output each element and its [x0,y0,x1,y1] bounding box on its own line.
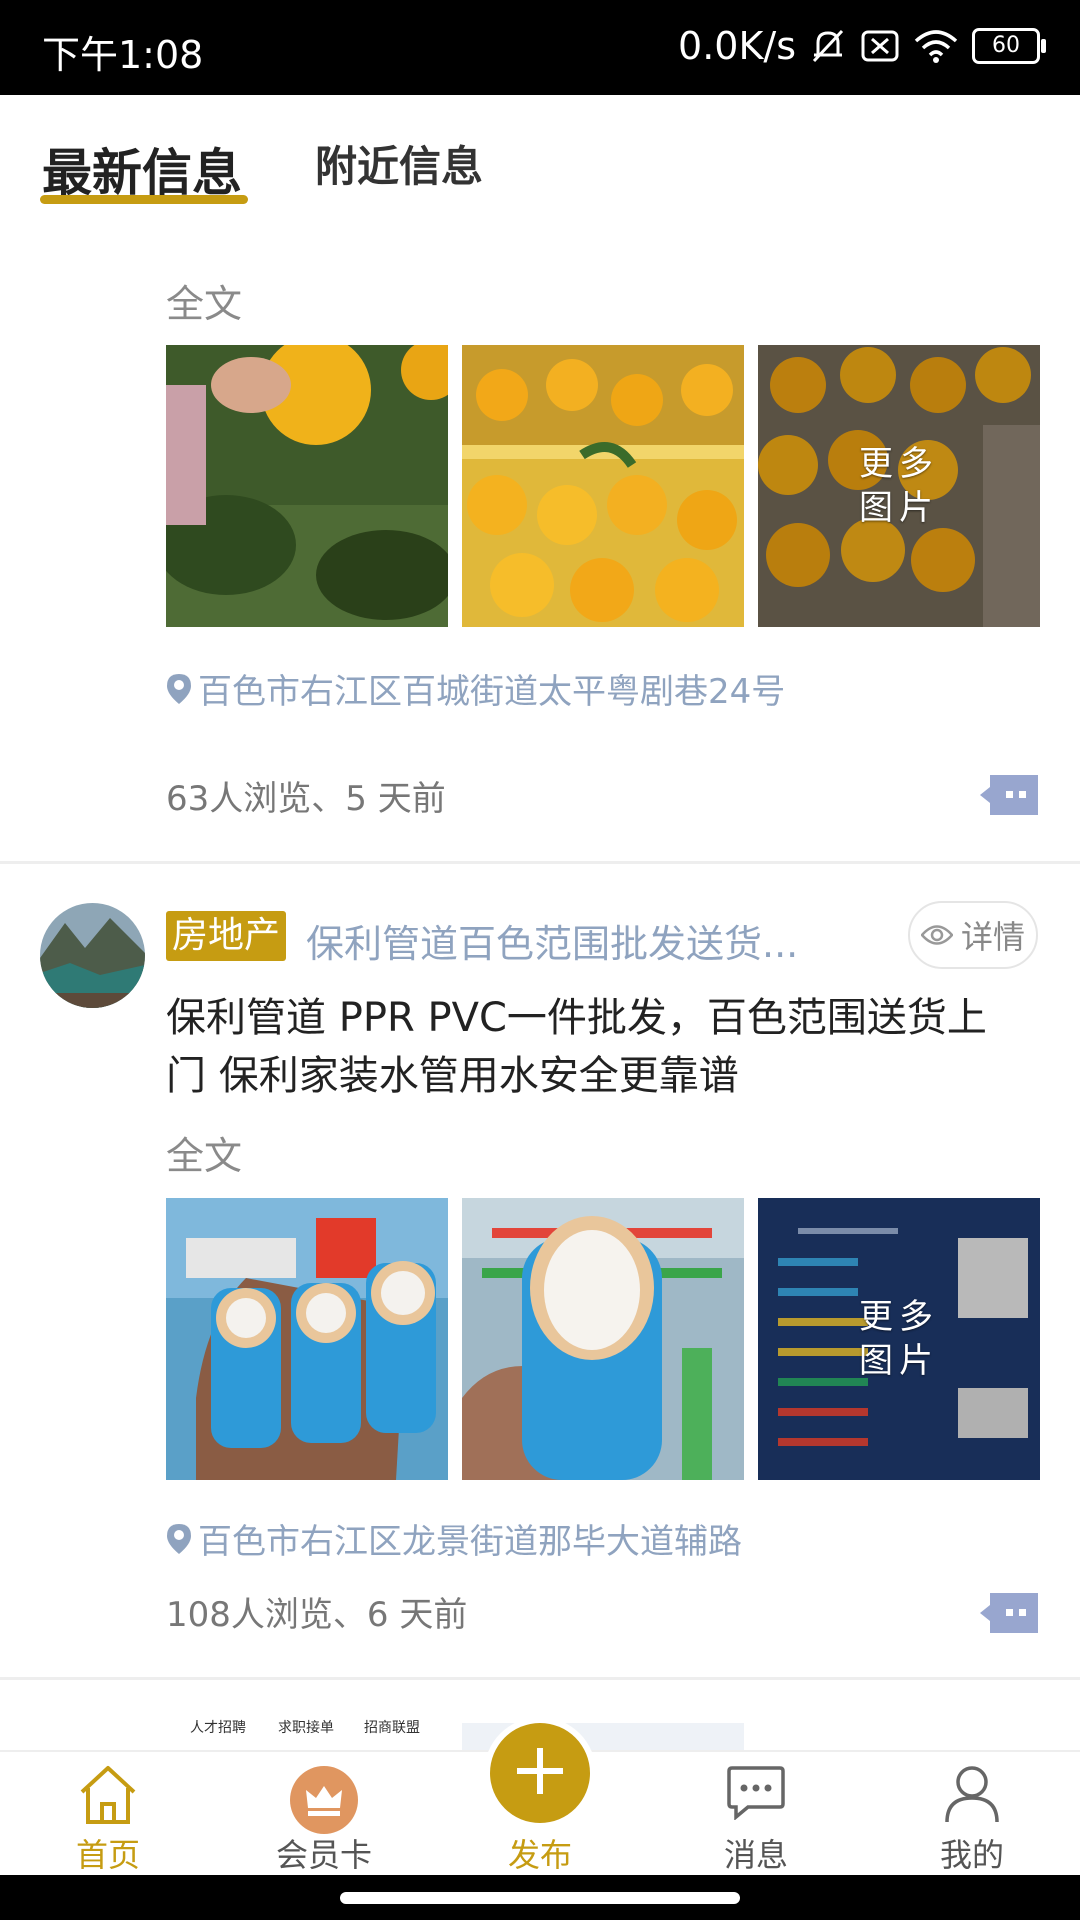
location-pin-icon [166,1523,192,1563]
nav-home[interactable]: 首页 [38,1752,178,1877]
post-stats: 63人浏览、5 天前 [166,779,446,819]
full-text-link[interactable]: 全文 [166,273,242,328]
post-divider [0,861,1080,864]
post-location[interactable]: 百色市右江区龙景街道那毕大道辅路 [166,1523,806,1563]
post-location[interactable]: 百色市右江区百城街道太平粤剧巷24号 [166,673,806,713]
feed-tabs: 最新信息 附近信息 [0,95,1080,205]
home-icon [76,1764,140,1830]
comment-icon[interactable] [980,773,1040,821]
nav-profile[interactable]: 我的 [902,1752,1042,1877]
orange-tree-photo [166,345,448,627]
post-image[interactable] [166,345,448,627]
eye-icon [920,916,954,954]
post-body[interactable]: 保利管道 PPR PVC一件批发，百色范围送货上门 保利家装水管用水安全更靠谱 [166,989,1026,1105]
full-text-link[interactable]: 全文 [166,1125,242,1180]
partial-banner[interactable]: 人才招聘 求职接单 招商联盟 [166,1717,420,1750]
sim-off-icon [860,29,900,63]
banner-label: 招商联盟 [364,1720,420,1736]
wifi-icon [914,29,958,63]
network-speed: 0.0K/s [678,24,796,68]
publish-button[interactable] [490,1723,590,1823]
nav-member-card[interactable]: 会员卡 [254,1752,394,1877]
feed-list[interactable]: 全文 更多 图片 百色市右江区百城街道太平粤剧巷24号 63人浏览、5 天前 房… [0,205,1080,1750]
plus-icon [513,1744,567,1802]
post-divider [0,1677,1080,1680]
status-time: 下午1:08 [42,33,204,77]
banner-label: 求职接单 [278,1720,334,1736]
post-image[interactable]: 更多 图片 [758,1198,1040,1480]
category-badge: 房地产 [166,911,287,961]
orange-crate-photo [462,345,744,627]
status-bar: 下午1:08 0.0K/s 60 [0,0,1080,95]
post-image[interactable]: 更多 图片 [758,345,1040,627]
nav-messages[interactable]: 消息 [686,1752,826,1877]
active-tab-indicator [40,195,248,204]
post-title[interactable]: 保利管道百色范围批发送货... [306,913,846,968]
banner-label: 人才招聘 [190,1720,246,1736]
user-icon [944,1764,1000,1828]
more-images-label[interactable]: 更多 图片 [758,345,1040,627]
crown-icon [288,1764,360,1840]
battery-icon: 60 [972,28,1046,64]
comment-icon[interactable] [980,1591,1040,1639]
detail-button[interactable]: 详情 [908,901,1038,969]
message-icon [726,1764,786,1824]
home-indicator-pill[interactable] [340,1892,740,1904]
more-images-label[interactable]: 更多 图片 [758,1198,1040,1480]
post-image[interactable] [462,1198,744,1480]
post-stats: 108人浏览、6 天前 [166,1595,468,1635]
post-image[interactable] [166,1198,448,1480]
mute-bell-icon [810,27,846,65]
pipe-closeup-photo [462,1198,744,1480]
pipes-in-hand-photo [166,1198,448,1480]
post-image[interactable] [462,345,744,627]
avatar[interactable] [40,903,145,1008]
tab-nearby[interactable]: 附近信息 [315,133,483,194]
location-pin-icon [166,673,192,713]
home-indicator [0,1875,1080,1920]
